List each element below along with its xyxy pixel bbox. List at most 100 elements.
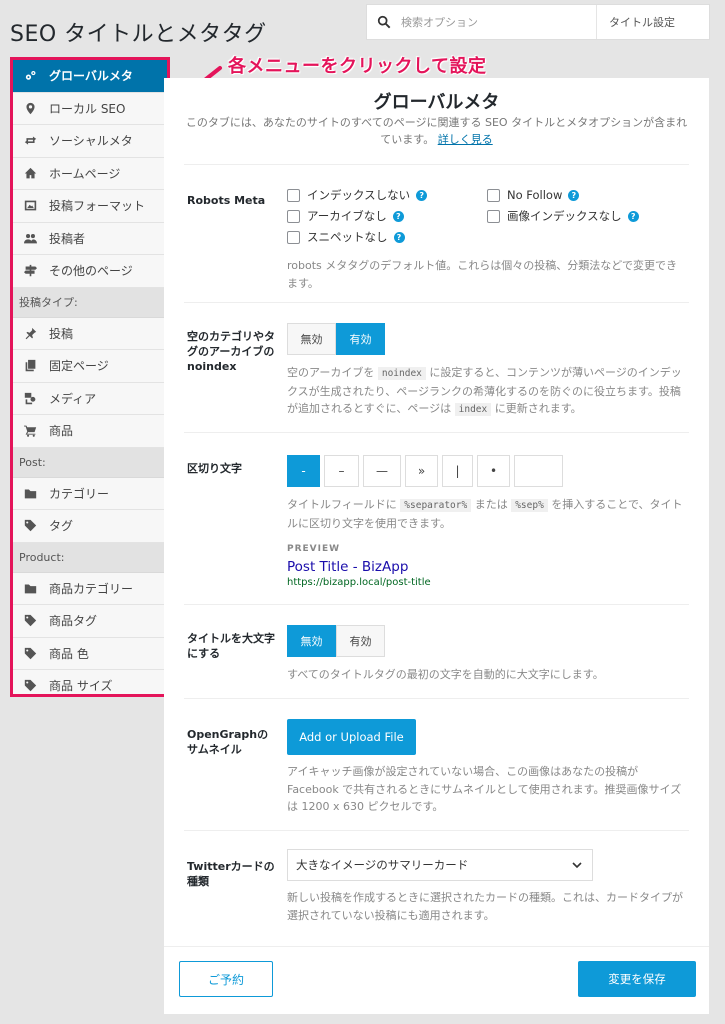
sidebar-item-product-categories[interactable]: 商品カテゴリー [13, 572, 167, 605]
capitalize-toggle: 無効 有効 [287, 625, 687, 657]
pages-icon [23, 359, 37, 373]
sidebar-item-post-formats[interactable]: 投稿フォーマット [13, 190, 167, 223]
signpost-icon [23, 264, 37, 278]
toggle-on-button[interactable]: 有効 [336, 625, 385, 657]
sidebar-item-label: 商品タグ [49, 614, 98, 629]
image-icon [23, 199, 37, 213]
tab-title: グローバルメタ [373, 92, 500, 113]
sidebar-item-pages[interactable]: 固定ページ [13, 350, 167, 383]
help-icon[interactable]: ? [627, 210, 639, 222]
preview-label: PREVIEW [287, 544, 341, 554]
sidebar-item-product-tags[interactable]: 商品タグ [13, 605, 167, 638]
save-changes-button[interactable]: 変更を保存 [578, 961, 696, 997]
sidebar-item-label: グローバルメタ [49, 69, 133, 84]
sidebar-item-label: カテゴリー [49, 486, 110, 501]
sidebar-item-label: ホームページ [49, 166, 121, 181]
preview-url: https://bizapp.local/post-title [287, 577, 431, 588]
og-thumbnail-help: アイキャッチ画像が設定されていない場合、この画像はあなたの投稿が Faceboo… [287, 765, 682, 813]
separator-custom-input[interactable] [514, 455, 563, 487]
sidebar-item-label: 固定ページ [49, 359, 109, 374]
search-icon [377, 15, 391, 29]
sidebar-item-label: 投稿者 [49, 231, 86, 246]
sidebar-item-label: ソーシャルメタ [49, 134, 133, 149]
tag-icon [23, 646, 37, 660]
settings-footer: ご予約 変更を保存 [164, 946, 709, 1014]
settings-sidebar: グローバルメタ ローカル SEO ソーシャルメタ ホームページ 投稿フォーマット… [10, 57, 170, 697]
cart-icon [23, 424, 37, 438]
tag-icon [23, 614, 37, 628]
search-placeholder: 検索オプション [401, 16, 478, 29]
separator-hyphen-button[interactable]: - [287, 455, 320, 487]
sidebar-group-post: Post: [13, 447, 167, 478]
sidebar-item-local-seo[interactable]: ローカル SEO [13, 92, 167, 125]
home-icon [23, 166, 37, 180]
sidebar-item-categories[interactable]: カテゴリー [13, 477, 167, 510]
search-context: タイトル設定 [609, 16, 675, 29]
sidebar-item-products[interactable]: 商品 [13, 415, 167, 448]
sidebar-item-product-size[interactable]: 商品 サイズ [13, 670, 167, 694]
sidebar-item-media[interactable]: メディア [13, 382, 167, 415]
chevron-down-icon [572, 862, 582, 869]
sidebar-item-label: ローカル SEO [49, 101, 126, 116]
separator-bullet-button[interactable]: • [477, 455, 510, 487]
separator-pipe-button[interactable]: | [442, 455, 473, 487]
help-icon[interactable]: ? [393, 231, 405, 243]
help-icon[interactable]: ? [392, 210, 404, 222]
tab-description: このタブには、あなたのサイトのすべてのページに関連する SEO タイトルとメタオ… [185, 116, 688, 146]
sidebar-item-social-meta[interactable]: ソーシャルメタ [13, 125, 167, 158]
search-input[interactable]: 検索オプション [367, 5, 597, 39]
sidebar-item-label: メディア [49, 391, 97, 406]
separator-emdash-button[interactable]: — [363, 455, 401, 487]
help-icon[interactable]: ? [568, 189, 580, 201]
sidebar-item-label: 投稿フォーマット [49, 199, 146, 214]
preview-title: Post Title - BizApp [287, 559, 409, 575]
sidebar-group-product: Product: [13, 542, 167, 573]
separator-row: 区切り文字 - – — » | • タイトルフィールドに %separator%… [184, 432, 689, 604]
share-icon [23, 134, 37, 148]
tag-icon [23, 519, 37, 533]
search-box[interactable]: 検索オプション タイトル設定 [366, 4, 710, 40]
sidebar-item-other-pages[interactable]: その他のページ [13, 255, 167, 288]
noindex-checkbox[interactable]: インデックスしない? [287, 187, 487, 203]
reset-button[interactable]: ご予約 [179, 961, 273, 997]
robots-meta-options: インデックスしない? No Follow? アーカイブなし? 画像インデックスな… [287, 187, 687, 292]
sidebar-item-label: タグ [49, 519, 74, 534]
toggle-on-button[interactable]: 有効 [336, 323, 385, 355]
folder-icon [23, 486, 37, 500]
toggle-off-button[interactable]: 無効 [287, 625, 336, 657]
separator-endash-button[interactable]: – [324, 455, 359, 487]
robots-meta-row: Robots Meta インデックスしない? No Follow? アーカイブな… [184, 164, 689, 302]
twitter-card-select[interactable]: 大きなイメージのサマリーカード [287, 849, 593, 881]
learn-more-link[interactable]: 詳しく見る [438, 133, 493, 146]
nofollow-checkbox[interactable]: No Follow? [487, 187, 687, 203]
sidebar-item-tags[interactable]: タグ [13, 510, 167, 543]
noindex-empty-row: 空のカテゴリやタグのアーカイブの noindex 無効 有効 空のアーカイブを … [184, 302, 689, 432]
noindex-empty-toggle: 無効 有効 [287, 323, 687, 355]
sidebar-item-homepage[interactable]: ホームページ [13, 157, 167, 190]
separator-raquo-button[interactable]: » [405, 455, 438, 487]
sidebar-item-product-color[interactable]: 商品 色 [13, 637, 167, 670]
sidebar-item-authors[interactable]: 投稿者 [13, 222, 167, 255]
media-icon [23, 391, 37, 405]
nosnippet-checkbox[interactable]: スニペットなし? [287, 229, 487, 245]
sidebar-item-label: 商品 サイズ [49, 679, 113, 694]
location-pin-icon [23, 101, 37, 115]
sidebar-item-global-meta[interactable]: グローバルメタ [13, 60, 167, 93]
twitter-card-help: 新しい投稿を作成するときに選択されたカードの種類。これは、カードタイプが選択され… [287, 891, 683, 922]
folder-icon [23, 581, 37, 595]
tag-icon [23, 679, 37, 693]
noarchive-checkbox[interactable]: アーカイブなし? [287, 208, 487, 224]
capitalize-row: タイトルを大文字にする 無効 有効 すべてのタイトルタグの最初の文字を自動的に大… [184, 604, 689, 698]
noindex-empty-help: 空のアーカイブを noindex に設定すると、コンテンツが薄いページのインデッ… [287, 366, 682, 416]
upload-file-button[interactable]: Add or Upload File [287, 719, 416, 755]
sidebar-item-posts[interactable]: 投稿 [13, 317, 167, 350]
help-icon[interactable]: ? [416, 189, 428, 201]
toggle-off-button[interactable]: 無効 [287, 323, 336, 355]
pin-icon [23, 326, 37, 340]
sidebar-item-label: 商品 色 [49, 646, 89, 661]
page-title: SEO タイトルとメタタグ [10, 22, 267, 47]
noimageindex-checkbox[interactable]: 画像インデックスなし? [487, 208, 687, 224]
robots-meta-label: Robots Meta [187, 194, 266, 207]
twitter-card-row: Twitterカードの種類 大きなイメージのサマリーカード 新しい投稿を作成する… [184, 830, 689, 946]
separator-help: タイトルフィールドに %separator% または %sep% を挿入すること… [287, 498, 683, 530]
